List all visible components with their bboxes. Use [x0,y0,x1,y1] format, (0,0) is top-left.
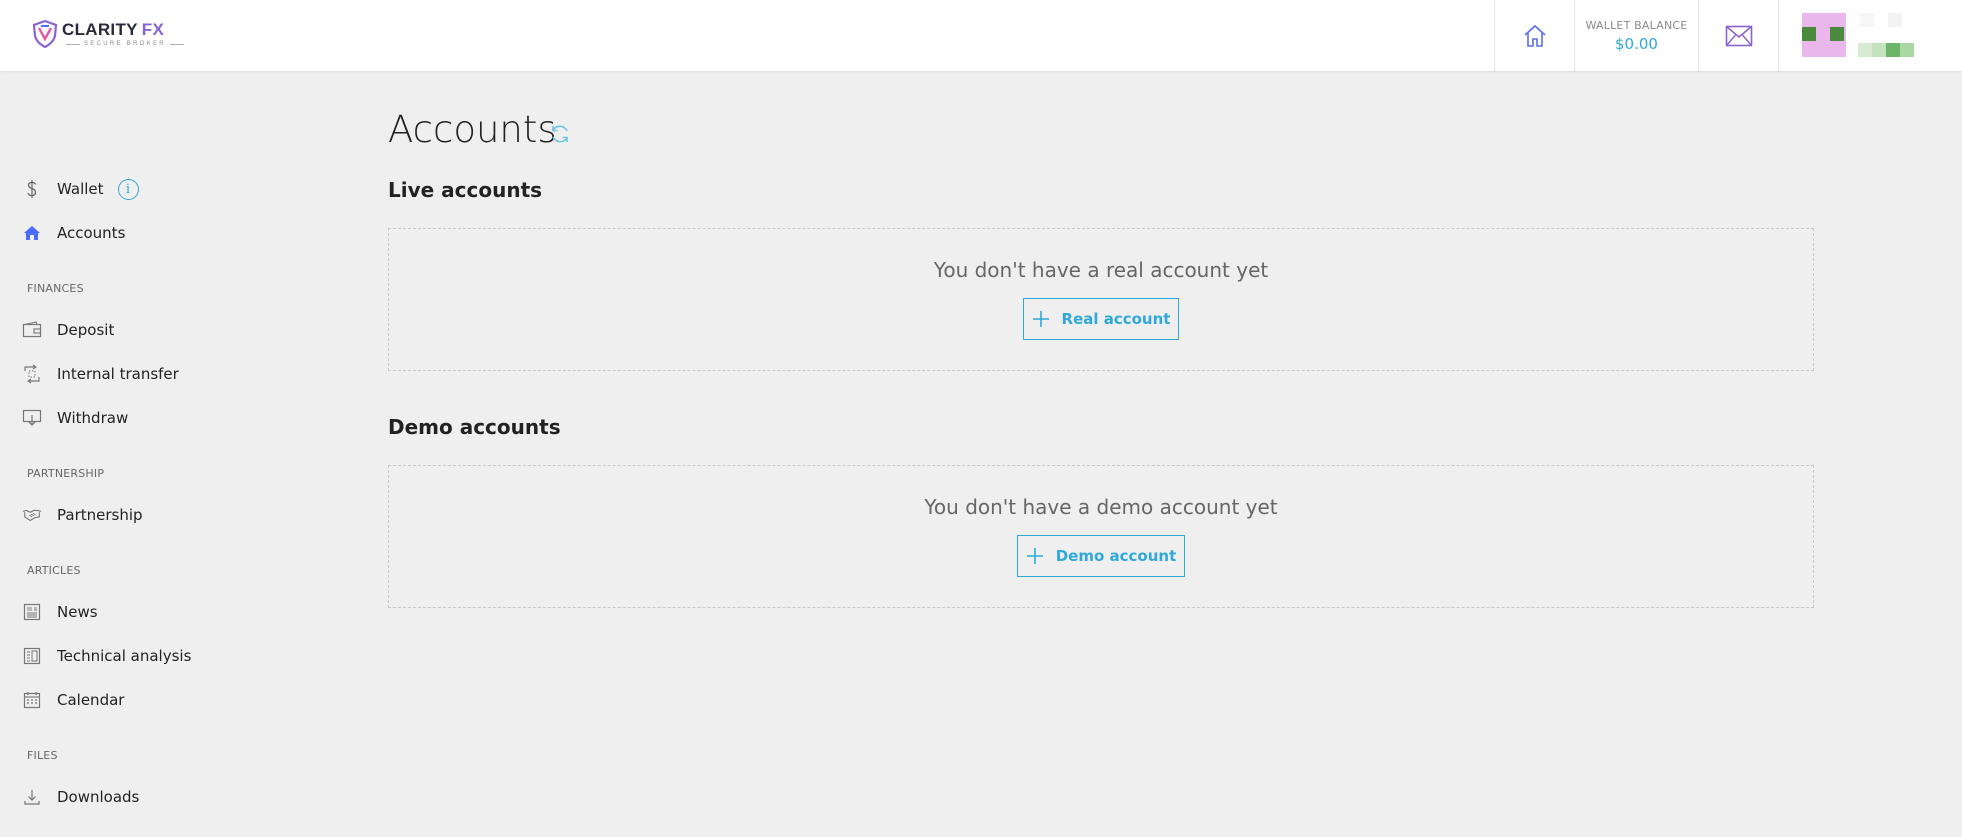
sidebar-item-label: Wallet [57,180,104,198]
sidebar-item-news[interactable]: News [22,597,98,627]
sidebar-item-label: Accounts [57,224,126,242]
sidebar-item-label: Internal transfer [57,365,179,383]
sidebar-item-technical-analysis[interactable]: Technical analysis [22,641,191,671]
add-real-account-label: Real account [1061,310,1171,328]
brand-accent: FX [141,20,165,39]
mail-icon [1725,25,1752,47]
sidebar-item-withdraw[interactable]: Withdraw [22,403,128,433]
shield-logo-icon [32,19,58,49]
sidebar-item-accounts[interactable]: Accounts [22,218,125,248]
analysis-icon [22,646,42,666]
sidebar-item-label: News [57,603,98,621]
wallet-balance-label: WALLET BALANCE [1585,19,1688,32]
page-title: Accounts [388,108,557,151]
brand-logo[interactable]: CLARITY FX SECURE BROKER [30,18,188,50]
brand-name: CLARITY [62,20,138,39]
sidebar-item-label: Deposit [57,321,115,339]
home-icon [1523,24,1546,47]
sidebar-item-calendar[interactable]: Calendar [22,685,124,715]
wallet-balance-value: $0.00 [1615,35,1658,53]
sidebar: Wallet i Accounts FINANCES Deposit Inter… [0,72,360,837]
live-accounts-panel: You don't have a real account yet Real a… [388,228,1814,371]
top-header: CLARITY FX SECURE BROKER WALLET BALANCE $… [0,0,1962,72]
wallet-icon [22,320,42,340]
plus-icon [1032,311,1049,327]
live-accounts-empty-text: You don't have a real account yet [933,258,1269,282]
download-icon [22,787,42,807]
sidebar-item-downloads[interactable]: Downloads [22,782,139,812]
brand-tagline: SECURE BROKER [62,41,188,47]
refresh-icon[interactable] [548,122,572,146]
handshake-icon [22,505,42,525]
home-icon [22,223,42,243]
demo-accounts-heading: Demo accounts [388,415,561,439]
dollar-icon [22,179,42,199]
sidebar-item-label: Calendar [57,691,125,709]
live-accounts-heading: Live accounts [388,178,543,202]
add-demo-account-button[interactable]: Demo account [1017,535,1185,577]
messages-button[interactable] [1698,0,1778,72]
sidebar-item-label: Withdraw [57,409,129,427]
sidebar-item-label: Partnership [57,506,143,524]
add-demo-account-label: Demo account [1055,547,1177,565]
calendar-icon [22,690,42,710]
sidebar-item-partnership[interactable]: Partnership [22,500,143,530]
demo-accounts-panel: You don't have a demo account yet Demo a… [388,465,1814,608]
newspaper-icon [22,602,42,622]
sidebar-item-deposit[interactable]: Deposit [22,315,114,345]
section-title-articles: ARTICLES [27,564,81,577]
transfer-icon [22,364,42,384]
section-title-partnership: PARTNERSHIP [27,467,105,480]
section-title-finances: FINANCES [27,282,84,295]
add-real-account-button[interactable]: Real account [1023,298,1179,340]
withdraw-icon [22,408,42,428]
avatar[interactable] [1802,13,1914,57]
sidebar-item-wallet[interactable]: Wallet i [22,174,139,204]
info-icon[interactable]: i [117,178,139,200]
wallet-balance[interactable]: WALLET BALANCE $0.00 [1574,0,1698,72]
home-button[interactable] [1494,0,1574,72]
sidebar-item-label: Downloads [57,788,140,806]
demo-accounts-empty-text: You don't have a demo account yet [924,495,1278,519]
section-title-files: FILES [27,749,58,762]
sidebar-item-internal-transfer[interactable]: Internal transfer [22,359,179,389]
sidebar-item-label: Technical analysis [57,647,192,665]
plus-icon [1026,548,1043,564]
